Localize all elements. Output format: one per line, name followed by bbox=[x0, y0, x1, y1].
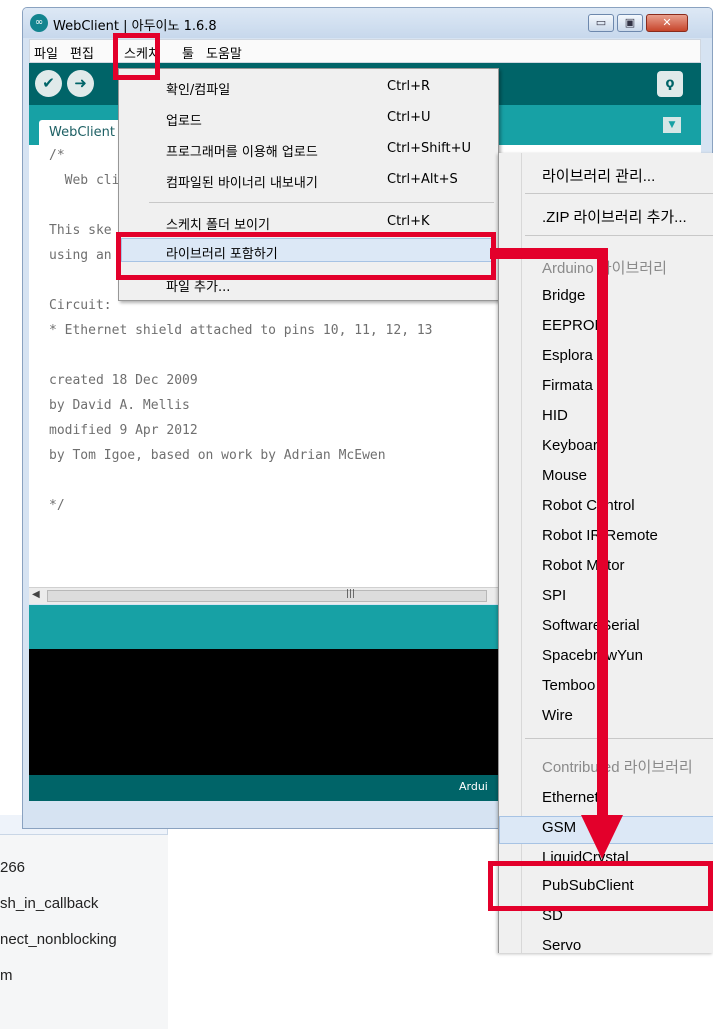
library-item[interactable]: Robot Motor bbox=[542, 557, 625, 574]
menu-item-upload[interactable]: 업로드 bbox=[166, 110, 202, 129]
library-item[interactable]: GSM bbox=[542, 819, 576, 836]
library-item[interactable]: Robot Control bbox=[542, 497, 635, 514]
code-line: by Tom Igoe, based on work by Adrian McE… bbox=[49, 448, 386, 463]
code-line: using an bbox=[49, 248, 112, 263]
code-line: Circuit: bbox=[49, 298, 112, 313]
code-line: /* bbox=[49, 148, 65, 163]
scrollbar-grip-icon: ||| bbox=[346, 589, 356, 599]
background-list-item[interactable]: sh_in_callback bbox=[0, 895, 98, 912]
menu-item-upload-programmer[interactable]: 프로그래머를 이용해 업로드 bbox=[166, 141, 318, 160]
serial-monitor-icon[interactable]: ϙ bbox=[657, 71, 683, 97]
library-section-contributed: Contributed 라이브러리 bbox=[542, 759, 693, 776]
code-line: */ bbox=[49, 498, 65, 513]
scroll-left-icon[interactable]: ◀ bbox=[32, 589, 40, 600]
menu-separator bbox=[149, 202, 494, 203]
shortcut-upload: Ctrl+U bbox=[387, 110, 431, 125]
annotation-box-pubsubclient bbox=[488, 861, 713, 911]
menu-edit[interactable]: 편집 bbox=[70, 43, 94, 62]
code-line: created 18 Dec 2009 bbox=[49, 373, 198, 388]
library-item[interactable]: Wire bbox=[542, 707, 573, 724]
menu-item-verify[interactable]: 확인/컴파일 bbox=[166, 79, 230, 98]
scrollbar-thumb[interactable] bbox=[47, 590, 487, 602]
annotation-arrow-head-icon bbox=[581, 815, 623, 859]
code-line: This ske bbox=[49, 223, 112, 238]
shortcut-verify: Ctrl+R bbox=[387, 79, 431, 94]
upload-icon[interactable]: ➜ bbox=[67, 70, 94, 97]
minimize-button[interactable]: ▭ bbox=[588, 14, 614, 32]
tab-menu-icon[interactable]: ▼ bbox=[663, 117, 681, 133]
shortcut-upload-programmer: Ctrl+Shift+U bbox=[387, 141, 471, 156]
close-button[interactable]: ✕ bbox=[646, 14, 688, 32]
maximize-button[interactable]: ▣ bbox=[617, 14, 643, 32]
library-item[interactable]: Servo bbox=[542, 937, 581, 953]
window-title: WebClient | 아두이노 1.6.8 bbox=[53, 19, 217, 34]
menu-item-export-binary[interactable]: 컴파일된 바이너리 내보내기 bbox=[166, 172, 318, 191]
shortcut-show-sketch-folder: Ctrl+K bbox=[387, 214, 430, 229]
annotation-arrow-vertical bbox=[597, 248, 608, 818]
library-item[interactable]: Mouse bbox=[542, 467, 587, 484]
board-status-text: Ardui bbox=[459, 780, 488, 793]
library-item[interactable]: SPI bbox=[542, 587, 566, 604]
background-list-item[interactable]: m bbox=[0, 967, 13, 984]
annotation-arrow-horizontal bbox=[490, 248, 608, 259]
library-item[interactable]: SpacebrewYun bbox=[542, 647, 643, 664]
menu-item-show-sketch-folder[interactable]: 스케치 폴더 보이기 bbox=[166, 214, 270, 233]
menu-help[interactable]: 도움말 bbox=[206, 43, 242, 62]
menu-tools[interactable]: 툴 bbox=[182, 43, 194, 62]
library-item[interactable]: Firmata bbox=[542, 377, 593, 394]
shortcut-export-binary: Ctrl+Alt+S bbox=[387, 172, 458, 187]
annotation-box-include-library bbox=[116, 232, 496, 280]
menu-separator bbox=[525, 193, 713, 194]
verify-icon[interactable]: ✔ bbox=[35, 70, 62, 97]
code-line: modified 9 Apr 2012 bbox=[49, 423, 198, 438]
library-manage[interactable]: 라이브러리 관리... bbox=[542, 165, 655, 186]
menu-separator bbox=[525, 738, 713, 739]
annotation-box-sketch-menu bbox=[113, 33, 160, 80]
background-list-item[interactable]: 266 bbox=[0, 859, 25, 876]
library-add-zip[interactable]: .ZIP 라이브러리 추가... bbox=[542, 206, 687, 227]
library-item[interactable]: SoftwareSerial bbox=[542, 617, 640, 634]
menu-separator bbox=[525, 235, 713, 236]
library-item[interactable]: Bridge bbox=[542, 287, 585, 304]
background-window: 266 sh_in_callback nect_nonblocking m bbox=[0, 815, 168, 1029]
library-item[interactable]: Temboo bbox=[542, 677, 595, 694]
code-line: Web cli bbox=[49, 173, 120, 188]
background-list-item[interactable]: nect_nonblocking bbox=[0, 931, 117, 948]
code-line: by David A. Mellis bbox=[49, 398, 190, 413]
code-line: * Ethernet shield attached to pins 10, 1… bbox=[49, 323, 433, 338]
library-item[interactable]: Ethernet bbox=[542, 789, 599, 806]
menu-file[interactable]: 파일 bbox=[34, 43, 58, 62]
library-item[interactable]: HID bbox=[542, 407, 568, 424]
library-item[interactable]: Esplora bbox=[542, 347, 593, 364]
arduino-logo-icon: ∞ bbox=[30, 14, 48, 32]
